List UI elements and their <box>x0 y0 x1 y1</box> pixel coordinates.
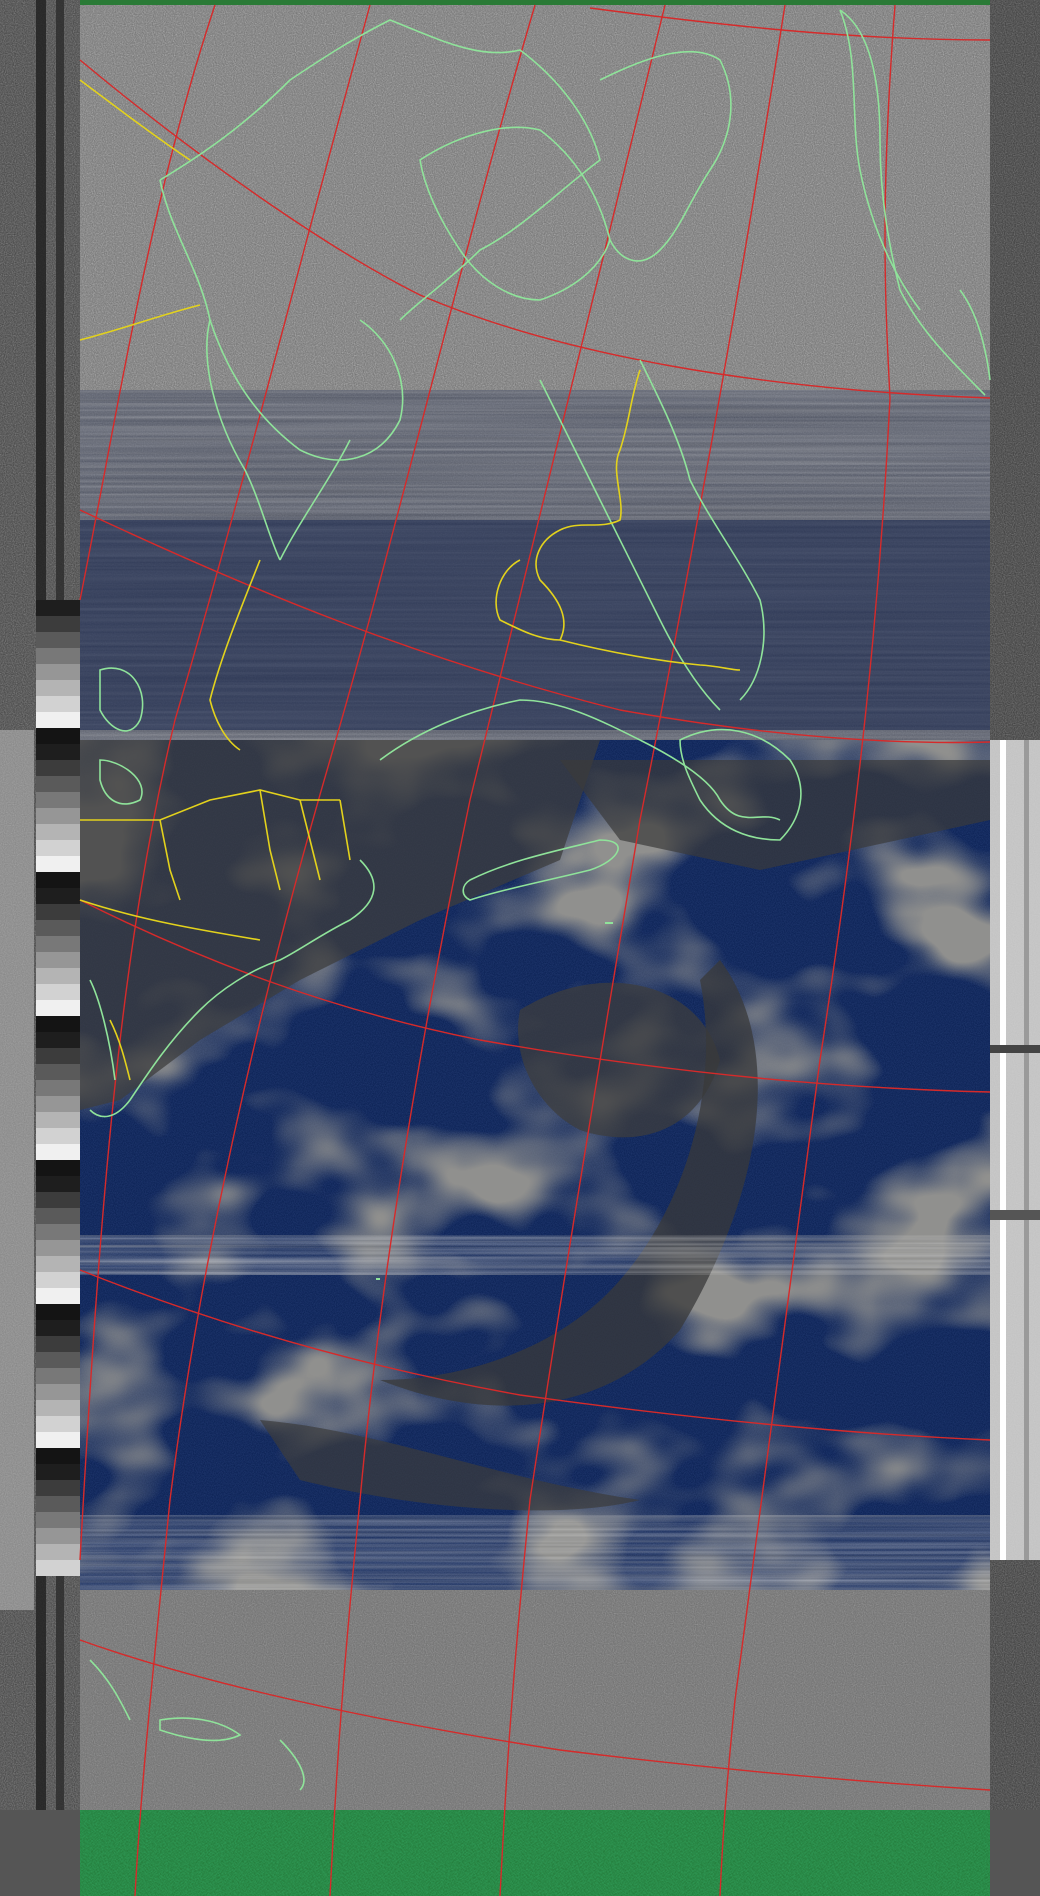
calibration-wedge <box>36 1400 80 1416</box>
calibration-wedge <box>36 744 80 760</box>
calibration-wedge <box>36 696 80 712</box>
calibration-wedge <box>36 632 80 648</box>
calibration-wedge <box>36 984 80 1000</box>
calibration-wedge <box>36 1256 80 1272</box>
calibration-wedge <box>36 776 80 792</box>
left-sync-strip <box>0 0 80 1896</box>
calibration-wedge <box>36 1208 80 1224</box>
calibration-wedge <box>36 904 80 920</box>
calibration-wedge <box>36 920 80 936</box>
calibration-wedge <box>36 1224 80 1240</box>
calibration-wedge <box>36 760 80 776</box>
calibration-wedge <box>36 1128 80 1144</box>
calibration-wedge <box>36 1464 80 1480</box>
calibration-wedge <box>36 1000 80 1016</box>
calibration-wedge <box>36 1336 80 1352</box>
calibration-wedge <box>36 856 80 872</box>
calibration-wedge <box>36 872 80 888</box>
calibration-wedge <box>36 680 80 696</box>
right-sync-strip <box>990 0 1040 1896</box>
calibration-wedge <box>36 936 80 952</box>
calibration-wedge <box>36 1416 80 1432</box>
calibration-wedge <box>36 1496 80 1512</box>
calibration-wedge <box>36 1384 80 1400</box>
calibration-wedge <box>36 1560 80 1576</box>
calibration-wedge <box>36 1112 80 1128</box>
calibration-wedge <box>36 1016 80 1032</box>
calibration-wedge <box>36 1048 80 1064</box>
calibration-wedge <box>36 1240 80 1256</box>
calibration-wedge <box>36 1144 80 1160</box>
calibration-wedge <box>36 1304 80 1320</box>
calibration-wedge <box>36 792 80 808</box>
calibration-wedge <box>36 728 80 744</box>
calibration-wedge <box>36 952 80 968</box>
calibration-wedge <box>36 1288 80 1304</box>
calibration-wedge <box>36 1192 80 1208</box>
calibration-wedge <box>36 648 80 664</box>
calibration-wedge <box>36 1032 80 1048</box>
calibration-wedge <box>36 1480 80 1496</box>
calibration-wedge <box>36 1096 80 1112</box>
calibration-wedge <box>36 1432 80 1448</box>
calibration-wedge <box>36 1176 80 1192</box>
calibration-wedge <box>36 808 80 824</box>
calibration-wedge <box>36 1320 80 1336</box>
calibration-wedge <box>36 1352 80 1368</box>
top-telemetry-line <box>80 0 990 5</box>
calibration-wedge <box>36 1528 80 1544</box>
calibration-wedge <box>36 1064 80 1080</box>
calibration-wedge <box>36 968 80 984</box>
calibration-wedge <box>36 1272 80 1288</box>
calibration-wedge <box>36 888 80 904</box>
satellite-image <box>0 0 1040 1896</box>
island-mark <box>376 1278 380 1280</box>
calibration-wedge <box>36 1512 80 1528</box>
calibration-wedge <box>36 1080 80 1096</box>
calibration-wedge <box>36 664 80 680</box>
calibration-wedge <box>36 712 80 728</box>
calibration-wedge <box>36 600 80 616</box>
telemetry-band <box>0 1810 1040 1896</box>
calibration-wedge <box>36 1448 80 1464</box>
calibration-wedge <box>36 840 80 856</box>
island-mark <box>605 922 613 924</box>
calibration-wedge <box>36 1368 80 1384</box>
calibration-wedge <box>36 616 80 632</box>
calibration-wedge <box>36 824 80 840</box>
calibration-wedge <box>36 1544 80 1560</box>
calibration-wedge <box>36 1160 80 1176</box>
